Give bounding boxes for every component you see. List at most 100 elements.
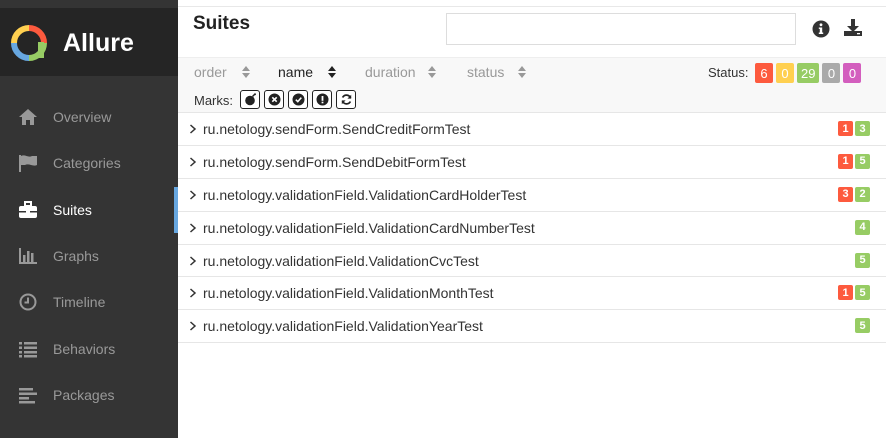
count-badge-passed: 5 <box>855 252 870 268</box>
tree-row[interactable]: ru.netology.validationField.ValidationCv… <box>178 245 886 278</box>
tree-row[interactable]: ru.netology.validationField.ValidationYe… <box>178 310 886 344</box>
tree-row-counts: 32 <box>838 186 870 202</box>
tree-row[interactable]: ru.netology.validationField.ValidationCa… <box>178 212 886 245</box>
chevron-right-icon <box>190 157 197 167</box>
mark-new-failed-toggle[interactable] <box>264 90 284 109</box>
marks-label: Marks: <box>194 93 233 108</box>
tree-row-name: ru.netology.validationField.ValidationYe… <box>203 318 483 335</box>
count-badge-passed: 5 <box>855 153 870 169</box>
status-badge-failed[interactable]: 6 <box>755 63 773 83</box>
sort-order[interactable]: order <box>194 64 250 80</box>
status-badge-broken[interactable]: 0 <box>776 63 794 83</box>
tree-row-name: ru.netology.validationField.ValidationMo… <box>203 285 494 302</box>
sidebar-item-graphs[interactable]: Graphs <box>0 233 178 279</box>
tree-row[interactable]: ru.netology.validationField.ValidationCa… <box>178 179 886 212</box>
mark-flaky-toggle[interactable] <box>240 90 260 109</box>
tree-row[interactable]: ru.netology.validationField.ValidationMo… <box>178 277 886 311</box>
info-icon[interactable] <box>812 20 830 38</box>
allure-logo-icon <box>11 25 47 61</box>
count-badge-passed: 5 <box>855 318 870 334</box>
sort-label: name <box>278 64 314 80</box>
sidebar-item-label: Behaviors <box>53 340 116 357</box>
mark-new-broken-toggle[interactable] <box>312 90 332 109</box>
sidebar-item-label: Graphs <box>53 248 99 265</box>
count-badge-failed: 1 <box>838 121 853 136</box>
bomb-icon <box>244 93 256 106</box>
sidebar-item-label: Suites <box>53 201 92 218</box>
page-title: Suites <box>193 13 251 34</box>
sort-arrows-icon <box>328 66 337 78</box>
count-badge-passed: 3 <box>855 121 870 136</box>
chevron-right-icon <box>190 223 197 233</box>
app-name: Allure <box>63 29 134 57</box>
sort-arrows-icon <box>518 66 527 78</box>
times-circle-icon <box>268 93 280 106</box>
sidebar-item-behaviors[interactable]: Behaviors <box>0 325 178 371</box>
sort-label: status <box>467 64 505 80</box>
brand[interactable]: Allure <box>0 8 178 76</box>
sidebar-nav: Overview Categories Suites Graphs Timeli… <box>0 94 178 418</box>
check-circle-icon <box>292 93 304 106</box>
tree-row[interactable]: ru.netology.sendForm.SendCreditFormTest 1… <box>178 113 886 146</box>
tree-row-counts: 4 <box>855 219 870 235</box>
briefcase-icon <box>19 200 37 218</box>
sidebar-item-label: Packages <box>53 386 115 403</box>
sidebar-item-timeline[interactable]: Timeline <box>0 279 178 325</box>
tree-row-counts: 5 <box>855 318 870 334</box>
sort-arrows-icon <box>241 66 250 78</box>
bar-chart-icon <box>19 248 37 265</box>
sort-name[interactable]: name <box>278 64 337 80</box>
sidebar-item-suites[interactable]: Suites <box>0 186 178 234</box>
tree-row-name: ru.netology.sendForm.SendDebitFormTest <box>203 153 466 170</box>
count-badge-passed: 5 <box>855 285 870 301</box>
count-badge-failed: 1 <box>838 153 853 169</box>
chevron-right-icon <box>190 288 197 299</box>
marks-filter <box>240 90 356 109</box>
status-badge-passed[interactable]: 29 <box>797 63 820 83</box>
status-filter-label: Status: <box>708 65 749 80</box>
flag-icon <box>19 155 37 173</box>
toolbar: order name duration status Status: 6 0 2… <box>178 57 886 113</box>
sidebar-item-label: Timeline <box>53 294 106 311</box>
tree-row-counts: 15 <box>838 153 870 169</box>
tree-row-counts: 15 <box>838 285 870 301</box>
status-badge-skipped[interactable]: 0 <box>822 63 841 83</box>
sidebar-item-label: Overview <box>53 109 112 126</box>
sort-arrows-icon <box>427 66 436 78</box>
tree-row-name: ru.netology.validationField.ValidationCa… <box>203 219 535 236</box>
tree-row-counts: 5 <box>855 252 870 268</box>
chevron-right-icon <box>190 124 197 134</box>
sidebar-item-packages[interactable]: Packages <box>0 372 178 418</box>
count-badge-passed: 2 <box>855 186 870 202</box>
chevron-right-icon <box>190 190 197 200</box>
tree-row[interactable]: ru.netology.sendForm.SendDebitFormTest 1 5 <box>178 146 886 179</box>
tree-row-counts: 13 <box>838 121 870 136</box>
divider <box>178 6 886 7</box>
sidebar: Allure Overview Categories Suites Graphs… <box>0 0 178 438</box>
chevron-right-icon <box>190 256 197 266</box>
sidebar-item-categories[interactable]: Categories <box>0 140 178 186</box>
status-badge-unknown[interactable]: 0 <box>843 63 862 83</box>
tree-row-name: ru.netology.validationField.ValidationCa… <box>203 186 527 203</box>
sort-status[interactable]: status <box>467 64 527 80</box>
sort-duration[interactable]: duration <box>365 64 436 80</box>
home-icon <box>19 109 37 126</box>
refresh-icon <box>341 94 351 105</box>
download-icon[interactable] <box>843 18 863 37</box>
tree-row-name: ru.netology.validationField.ValidationCv… <box>203 252 479 269</box>
chevron-right-icon <box>190 321 197 331</box>
count-badge-failed: 3 <box>838 186 853 202</box>
sidebar-item-label: Categories <box>53 155 121 172</box>
exclamation-circle-icon <box>316 93 328 106</box>
search-input[interactable] <box>446 13 796 45</box>
main-panel: Suites order name duration status Status… <box>178 0 886 438</box>
align-left-icon <box>19 387 37 404</box>
clock-icon <box>19 293 37 311</box>
tree-row-name: ru.netology.sendForm.SendCreditFormTest <box>203 121 471 137</box>
sidebar-item-overview[interactable]: Overview <box>0 94 178 140</box>
count-badge-passed: 4 <box>855 219 870 235</box>
suites-tree: ru.netology.sendForm.SendCreditFormTest 1… <box>178 113 886 344</box>
mark-retries-toggle[interactable] <box>336 90 356 109</box>
count-badge-failed: 1 <box>838 285 853 301</box>
mark-new-passed-toggle[interactable] <box>288 90 308 109</box>
